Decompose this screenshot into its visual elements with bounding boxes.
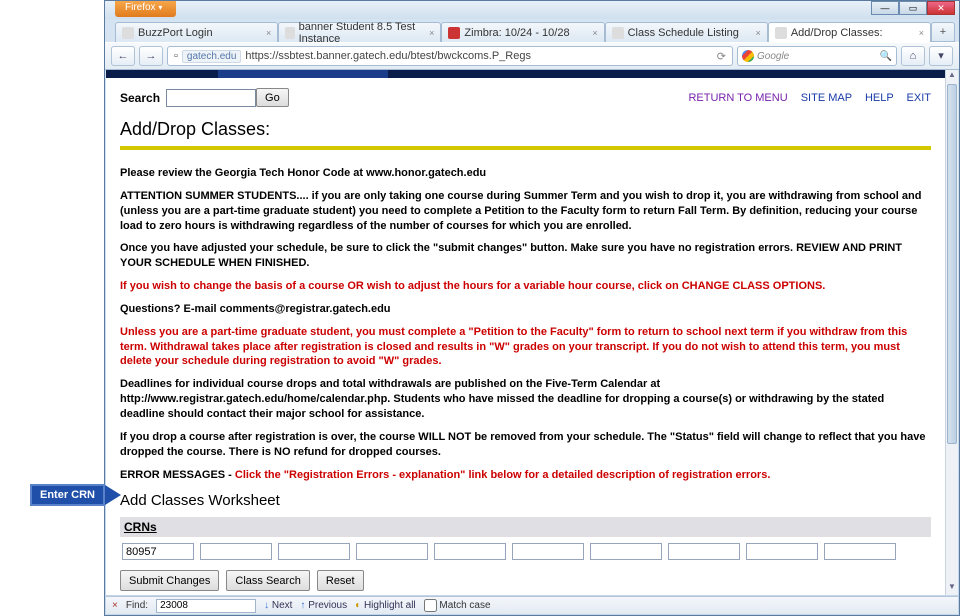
tab-schedule[interactable]: Class Schedule Listing×: [605, 22, 768, 42]
url-bar[interactable]: ▫ gatech.edu https://ssbtest.banner.gate…: [167, 46, 733, 66]
favicon-icon: [122, 27, 134, 39]
exit-link[interactable]: EXIT: [907, 92, 931, 104]
find-bar: × Find: ↓ Next ↑ Previous ◐ Highlight al…: [106, 596, 958, 614]
questions-text: Questions? E-mail comments@registrar.gat…: [120, 302, 931, 317]
close-tab-icon[interactable]: ×: [429, 28, 434, 38]
crn-input-5[interactable]: [434, 543, 506, 560]
crn-input-2[interactable]: [200, 543, 272, 560]
tab-zimbra[interactable]: Zimbra: 10/24 - 10/28×: [441, 22, 604, 42]
site-banner-bar: [106, 70, 945, 78]
crn-input-10[interactable]: [824, 543, 896, 560]
withdrawal-text: Unless you are a part-time graduate stud…: [120, 325, 931, 370]
favicon-icon: [612, 27, 624, 39]
summer-warning-text: ATTENTION SUMMER STUDENTS.... if you are…: [120, 189, 931, 234]
scroll-down-icon[interactable]: ▼: [946, 582, 958, 595]
crn-input-9[interactable]: [746, 543, 818, 560]
close-tab-icon[interactable]: ×: [266, 28, 271, 38]
browser-window: Firefox ▾ — ▭ ✕ BuzzPort Login× banner S…: [104, 0, 960, 616]
highlight-all-button[interactable]: ◐ Highlight all: [355, 600, 416, 611]
nav-toolbar: ← → ▫ gatech.edu https://ssbtest.banner.…: [105, 42, 959, 70]
deadlines-text: Deadlines for individual course drops an…: [120, 377, 931, 422]
go-button[interactable]: Go: [256, 88, 289, 107]
crn-input-6[interactable]: [512, 543, 584, 560]
arrow-down-icon: ↓: [264, 600, 269, 611]
find-previous-button[interactable]: ↑ Previous: [300, 600, 347, 611]
crn-input-3[interactable]: [278, 543, 350, 560]
highlight-icon: ◐: [355, 600, 361, 611]
close-tab-icon[interactable]: ×: [919, 28, 924, 38]
tab-strip: BuzzPort Login× banner Student 8.5 Test …: [105, 19, 959, 42]
site-identity-label[interactable]: gatech.edu: [182, 50, 242, 63]
url-text: https://ssbtest.banner.gatech.edu/btest/…: [245, 50, 531, 62]
search-go-icon[interactable]: 🔍: [880, 51, 892, 62]
return-to-menu-link[interactable]: RETURN TO MENU: [688, 92, 787, 104]
reset-button[interactable]: Reset: [317, 570, 364, 591]
scrollbar-thumb[interactable]: [947, 84, 957, 444]
crn-input-8[interactable]: [668, 543, 740, 560]
site-map-link[interactable]: SITE MAP: [801, 92, 852, 104]
forward-button[interactable]: →: [139, 46, 163, 66]
drop-after-text: If you drop a course after registration …: [120, 430, 931, 460]
site-search-label: Search: [120, 91, 160, 105]
vertical-scrollbar[interactable]: ▲ ▼: [945, 70, 958, 595]
crn-input-row: [120, 537, 931, 570]
find-input[interactable]: [156, 599, 256, 613]
back-button[interactable]: ←: [111, 46, 135, 66]
page-title: Add/Drop Classes:: [120, 119, 931, 140]
scroll-up-icon[interactable]: ▲: [946, 70, 958, 83]
page-icon: ▫: [174, 50, 178, 62]
help-link[interactable]: HELP: [865, 92, 894, 104]
refresh-icon[interactable]: ⟳: [717, 50, 726, 63]
crn-input-4[interactable]: [356, 543, 428, 560]
favicon-icon: [775, 27, 787, 39]
close-tab-icon[interactable]: ×: [756, 28, 761, 38]
favicon-icon: [285, 27, 294, 39]
arrow-up-icon: ↑: [300, 600, 305, 611]
close-tab-icon[interactable]: ×: [592, 28, 597, 38]
crns-header: CRNs: [120, 517, 931, 537]
close-button[interactable]: ✕: [927, 1, 955, 15]
match-case-toggle[interactable]: Match case: [424, 599, 491, 612]
home-button[interactable]: ⌂: [901, 46, 925, 66]
search-bar[interactable]: Google 🔍: [737, 46, 897, 66]
tab-adddrop[interactable]: Add/Drop Classes:×: [768, 22, 931, 42]
findbar-close-icon[interactable]: ×: [112, 600, 118, 611]
change-options-text: If you wish to change the basis of a cou…: [120, 279, 931, 294]
enter-crn-callout: Enter CRN: [30, 484, 121, 506]
submit-changes-button[interactable]: Submit Changes: [120, 570, 219, 591]
bookmarks-button[interactable]: ▾: [929, 46, 953, 66]
crn-input-7[interactable]: [590, 543, 662, 560]
find-label: Find:: [126, 600, 148, 611]
zimbra-icon: [448, 27, 460, 39]
error-messages-text: ERROR MESSAGES - Click the "Registration…: [120, 468, 931, 483]
maximize-button[interactable]: ▭: [899, 1, 927, 15]
submit-reminder-text: Once you have adjusted your schedule, be…: [120, 241, 931, 271]
titlebar: Firefox ▾ — ▭ ✕: [105, 1, 959, 19]
find-next-button[interactable]: ↓ Next: [264, 600, 292, 611]
page-content: Search Go RETURN TO MENU SITE MAP HELP E…: [106, 70, 945, 595]
google-icon: [742, 50, 754, 62]
firefox-menu-button[interactable]: Firefox ▾: [115, 1, 176, 17]
crn-input-1[interactable]: [122, 543, 194, 560]
divider-rule: [120, 146, 931, 150]
tab-buzzport[interactable]: BuzzPort Login×: [115, 22, 278, 42]
site-search-input[interactable]: [166, 89, 256, 107]
minimize-button[interactable]: —: [871, 1, 899, 15]
new-tab-button[interactable]: +: [931, 22, 955, 42]
honor-code-text: Please review the Georgia Tech Honor Cod…: [120, 166, 931, 181]
tab-banner[interactable]: banner Student 8.5 Test Instance×: [278, 22, 441, 42]
class-search-button[interactable]: Class Search: [226, 570, 309, 591]
worksheet-heading: Add Classes Worksheet: [120, 492, 931, 509]
